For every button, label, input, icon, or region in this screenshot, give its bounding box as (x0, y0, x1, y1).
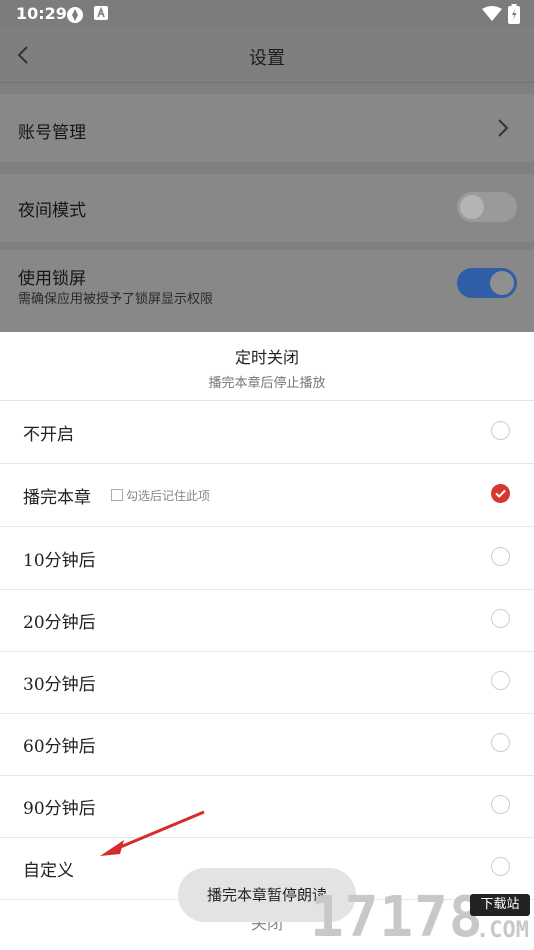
option-60-min[interactable]: 60分钟后 (0, 713, 534, 776)
watermark-number: 17178 (310, 885, 484, 950)
lock-screen-toggle[interactable] (457, 268, 517, 298)
remember-label: 勾选后记住此项 (126, 489, 211, 503)
lock-screen-label: 使用锁屏 (18, 269, 86, 289)
radio-button[interactable] (491, 857, 510, 876)
a-badge-icon (94, 6, 108, 20)
option-label: 10分钟后 (23, 551, 96, 571)
option-label: 60分钟后 (23, 737, 96, 757)
status-time: 10:29 (16, 4, 67, 23)
option-20-min[interactable]: 20分钟后 (0, 589, 534, 652)
wifi-icon (482, 6, 502, 21)
radio-button[interactable] (491, 547, 510, 566)
option-label: 20分钟后 (23, 613, 96, 633)
option-end-of-chapter[interactable]: 播完本章 勾选后记住此项 (0, 464, 534, 527)
radio-button[interactable] (491, 609, 510, 628)
annotation-arrow-icon (100, 810, 205, 856)
option-label: 90分钟后 (23, 799, 96, 819)
radio-button-checked[interactable] (491, 484, 510, 503)
watermark-tag: 下载站 (470, 894, 530, 916)
app-icon (67, 7, 83, 23)
radio-button[interactable] (491, 733, 510, 752)
radio-button[interactable] (491, 421, 510, 440)
option-label: 不开启 (23, 425, 74, 445)
option-label: 30分钟后 (23, 675, 96, 695)
option-30-min[interactable]: 30分钟后 (0, 651, 534, 714)
option-off[interactable]: 不开启 (0, 401, 534, 464)
account-row[interactable]: 账号管理 (0, 94, 534, 162)
sheet-title: 定时关闭 (234, 348, 299, 367)
radio-button[interactable] (491, 671, 510, 690)
watermark-domain: .COM (476, 918, 529, 943)
timer-bottom-sheet: 定时关闭 播完本章后停止播放 不开启 播完本章 勾选后记住此项 10分钟后 20… (0, 332, 534, 950)
night-mode-toggle[interactable] (457, 192, 517, 222)
checkbox-box[interactable] (111, 489, 123, 501)
status-bar: 10:29 (0, 0, 534, 28)
checkmark-icon (495, 489, 506, 498)
lock-screen-row: 使用锁屏 需确保应用被授予了锁屏显示权限 (0, 250, 534, 332)
option-label: 自定义 (23, 861, 74, 881)
account-label: 账号管理 (18, 123, 86, 143)
toggle-knob (490, 271, 514, 295)
radio-button[interactable] (491, 795, 510, 814)
settings-page: 设置 账号管理 夜间模式 使用锁屏 需确保应用被授予了锁屏显示权限 (0, 28, 534, 332)
battery-icon (508, 4, 520, 24)
remember-checkbox[interactable]: 勾选后记住此项 (111, 487, 210, 504)
option-label: 播完本章 (23, 488, 91, 508)
toggle-knob (460, 195, 484, 219)
option-90-min[interactable]: 90分钟后 (0, 775, 534, 838)
lock-screen-subtitle: 需确保应用被授予了锁屏显示权限 (18, 292, 214, 307)
night-mode-row: 夜间模式 (0, 174, 534, 242)
night-mode-label: 夜间模式 (18, 201, 86, 221)
nav-bar: 设置 (0, 28, 534, 83)
page-title: 设置 (249, 48, 285, 69)
option-10-min[interactable]: 10分钟后 (0, 527, 534, 590)
sheet-subtitle: 播完本章后停止播放 (208, 376, 326, 391)
chevron-right-icon (498, 119, 509, 137)
